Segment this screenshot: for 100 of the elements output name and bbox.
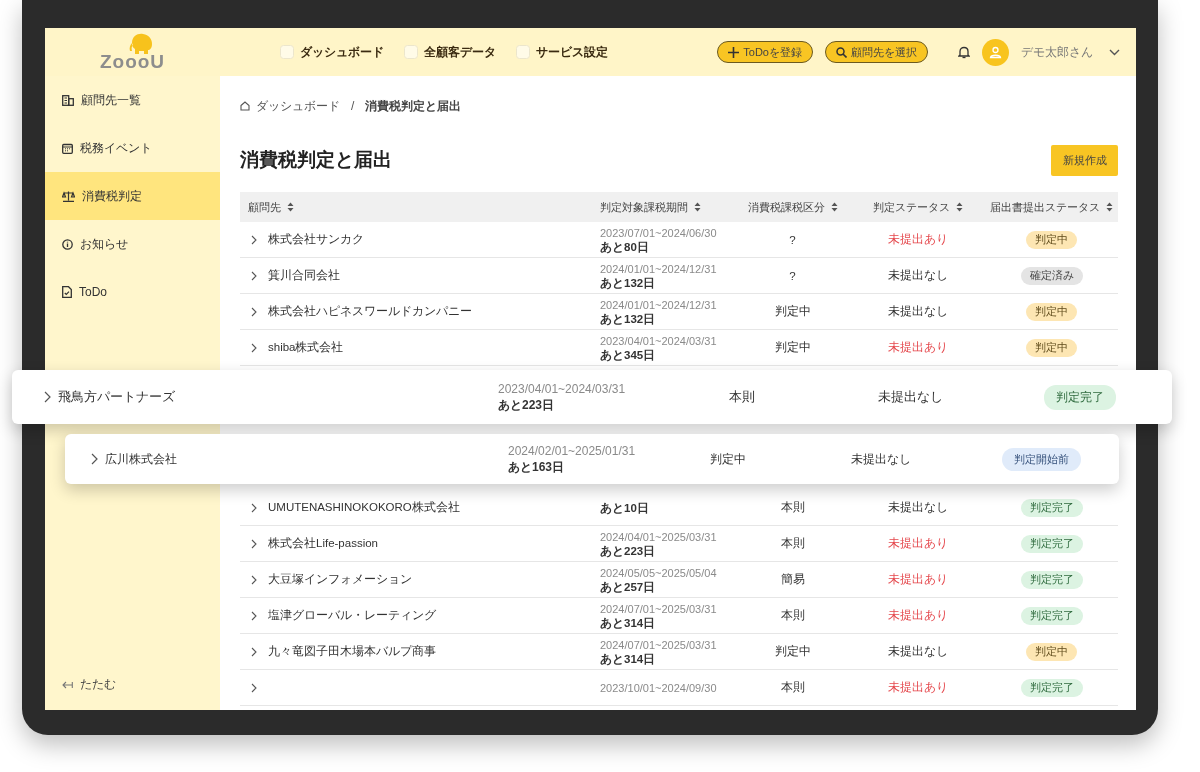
table-row[interactable]: 株式会社Life-passion 2024/04/01~2025/03/31 あと223日 本則 未提出あり 判定完了 [240,526,1118,562]
period-dates: 2023/04/01~2024/03/31 [498,381,627,397]
table-row[interactable]: 株式会社サンカク 2023/07/01~2024/06/30 あと80日 ? 未提出あり 判定中 [240,222,1118,258]
table-row[interactable]: 塩津グローバル・レーティング 2024/07/01~2025/03/31 あと314日 本則 未提出あり 判定完了 [240,598,1118,634]
judgment-status: 未提出あり [887,680,948,695]
collapse-arrow-icon [62,680,73,689]
calendar-icon [62,142,73,154]
expand-chevron-icon[interactable] [251,610,257,621]
status-badge: 判定中 [1026,642,1077,661]
chevron-down-icon[interactable] [1109,48,1120,56]
info-icon [62,238,73,250]
status-badge: 確定済み [1020,266,1083,285]
table-row[interactable]: UMUTENASHINOKOKORO株式会社 あと10日 本則 未提出なし 判定完了 [240,490,1118,526]
judgment-status: 未提出あり [887,572,948,587]
status-badge: 判定完了 [1020,534,1083,553]
days-remaining: あと132日 [600,311,657,326]
expand-chevron-icon[interactable] [251,234,257,245]
client-name[interactable]: 箕川合同会社 [268,269,340,281]
days-remaining: あと80日 [600,239,650,254]
status-badge: 判定開始前 [1001,447,1081,471]
status-badge: 判定完了 [1044,384,1116,410]
tax-category: 判定中 [774,340,811,355]
sort-icon [1106,202,1113,212]
search-icon [836,46,847,58]
page-title: 消費税判定と届出 [240,148,392,172]
judgment-status: 未提出あり [887,536,948,551]
table-row[interactable]: 九々竜図子田木場本バルプ商事 2024/07/01~2025/03/31 あと314日 判定中 未提出なし 判定中 [240,634,1118,670]
sidebar-item[interactable]: お知らせ [45,220,220,268]
client-name[interactable]: 九々竜図子田木場本バルプ商事 [268,645,436,657]
collapse-link[interactable]: たたむ [45,676,220,693]
client-name[interactable]: 株式会社Life-passion [268,537,378,549]
expand-chevron-icon[interactable] [251,538,257,549]
expand-chevron-icon[interactable] [251,306,257,317]
days-remaining: あと314日 [600,615,657,630]
breadcrumb-current: 消費税判定と届出 [365,97,462,115]
period-dates: 2024/01/01~2024/12/31 [600,261,718,276]
floating-row-card[interactable]: 飛鳥方パートナーズ 2023/04/01~2024/03/31 あと223日 本則 未提出なし 判定完了 [12,370,1172,424]
days-remaining: あと10日 [600,500,650,515]
sort-icon [955,202,963,212]
sort-icon [830,202,838,212]
client-name[interactable]: 大豆塚インフォメーション [268,573,412,585]
header-button[interactable]: ToDoを登録 [717,41,813,63]
nav-link[interactable]: サービス設定 [516,43,608,61]
scale-icon [62,190,75,202]
judgment-status: 未提出なし [851,450,911,468]
client-name[interactable]: UMUTENASHINOKOKORO株式会社 [268,501,460,513]
table-row[interactable]: 株式会社ハピネスワールドカンパニー 2024/01/01~2024/12/31 あと132日 判定中 未提出なし 判定中 [240,294,1118,330]
expand-chevron-icon[interactable] [251,646,257,657]
client-name[interactable]: 株式会社ハピネスワールドカンパニー [268,305,472,317]
column-header[interactable]: 届出書提出ステータス [985,199,1118,215]
status-badge: 判定完了 [1020,678,1083,697]
client-name[interactable]: 株式会社サンカク [268,233,364,245]
period-dates: 2024/07/01~2025/03/31 [600,601,718,616]
bell-icon[interactable] [958,45,970,59]
client-name[interactable]: 飛鳥方パートナーズ [58,388,488,406]
expand-chevron-icon[interactable] [43,391,51,403]
table-row[interactable]: 箕川合同会社 2024/01/01~2024/12/31 あと132日 ? 未提出なし 確定済み [240,258,1118,294]
table-row[interactable]: shiba株式会社 2023/04/01~2024/03/31 あと345日 判定中 未提出あり 判定中 [240,330,1118,366]
nav-link[interactable]: ダッシュボード [280,43,384,61]
tax-category: ? [789,269,796,282]
breadcrumb-link[interactable]: ダッシュボード [256,97,340,115]
user-name[interactable]: デモ太郎さん [1021,43,1093,61]
square-icon [516,45,530,59]
column-header[interactable]: 判定対象課税期間 [590,199,735,215]
expand-chevron-icon[interactable] [251,342,257,353]
tax-category: 本則 [780,536,805,551]
sidebar-item[interactable]: ToDo [45,268,220,316]
column-header[interactable]: 消費税課税区分 [735,199,850,215]
expand-chevron-icon[interactable] [251,502,257,513]
nav-link[interactable]: 全顧客データ [404,43,496,61]
sidebar-item[interactable]: 消費税判定 [45,172,220,220]
new-button[interactable]: 新規作成 [1051,144,1118,176]
judgment-status: 未提出あり [887,608,948,623]
period-dates: 2023/07/01~2024/06/30 [600,225,718,240]
table-row[interactable]: 2023/10/01~2024/09/30 本則 未提出あり 判定完了 [240,670,1118,706]
status-badge: 判定完了 [1020,606,1083,625]
tax-category: 判定中 [774,304,811,319]
header-button[interactable]: 顧問先を選択 [825,41,928,63]
sidebar-item[interactable]: 顧問先一覧 [45,76,220,124]
tax-category: 本則 [780,500,805,515]
client-name[interactable]: 広川株式会社 [105,450,498,468]
building-icon [62,94,74,106]
period-dates: 2023/04/01~2024/03/31 [600,333,718,348]
sidebar-item[interactable]: 税務イベント [45,124,220,172]
column-header[interactable]: 判定ステータス [850,199,985,215]
period-dates: 2024/04/01~2025/03/31 [600,529,718,544]
client-name[interactable]: 塩津グローバル・レーティング [268,609,436,621]
period-dates: 2024/01/01~2024/12/31 [600,297,718,312]
expand-chevron-icon[interactable] [251,270,257,281]
client-name[interactable]: shiba株式会社 [268,341,344,353]
expand-chevron-icon[interactable] [251,574,257,585]
expand-chevron-icon[interactable] [251,682,257,693]
expand-chevron-icon[interactable] [90,453,98,465]
period-dates: 2024/05/05~2025/05/04 [600,565,718,580]
days-remaining: あと223日 [600,543,657,558]
column-header[interactable]: 顧問先 [248,199,590,215]
tax-category: 簡易 [780,572,805,587]
floating-row-card[interactable]: 広川株式会社 2024/02/01~2025/01/31 あと163日 判定中 未提出なし 判定開始前 [65,434,1119,484]
days-remaining: あと345日 [600,347,657,362]
table-row[interactable]: 大豆塚インフォメーション 2024/05/05~2025/05/04 あと257日 簡易 未提出あり 判定完了 [240,562,1118,598]
